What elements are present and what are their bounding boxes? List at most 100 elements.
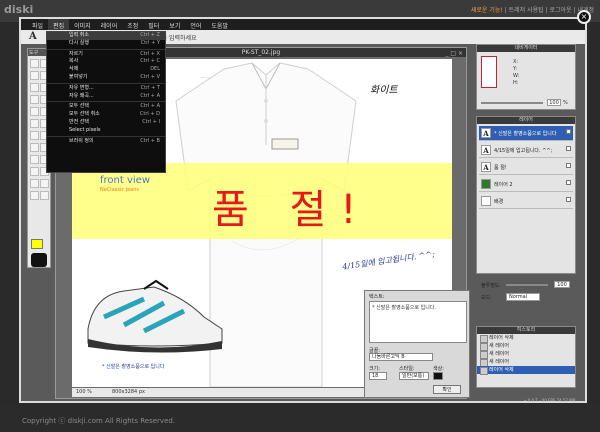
- text-edit-dialog: 텍스트: * 신발은 촬영소품으로 입니다. 글꼴: 나눔바른고딕 B 크기: …: [364, 290, 470, 398]
- ok-button[interactable]: 확인: [433, 385, 461, 394]
- new-features-link[interactable]: 새로운 기능!: [471, 7, 503, 14]
- image-size-readout: 800x3284 px: [112, 389, 145, 395]
- dodge-tool-icon[interactable]: [30, 143, 39, 152]
- font-style-select[interactable]: 일반(보통): [399, 372, 429, 380]
- menu-item-undo[interactable]: 입력 취소 Ctrl + Z: [47, 32, 165, 40]
- layer-row[interactable]: A 4/15일에 입고됩니다. ^^;: [479, 143, 573, 158]
- menu-separator: [47, 101, 165, 103]
- front-view-label: front view: [100, 175, 150, 186]
- fill-tool-icon[interactable]: [30, 119, 39, 128]
- blend-mode-select[interactable]: Normal: [506, 293, 540, 301]
- crop-tool-icon[interactable]: [30, 83, 39, 92]
- font-size-select[interactable]: 18: [369, 372, 387, 380]
- menu-item-paste[interactable]: 붙여넣기 Ctrl + V: [47, 74, 165, 82]
- edit-dropdown-menu: 입력 취소 Ctrl + Z 다시 실행 Ctrl + Y 자르기 Ctrl + X …: [46, 31, 166, 173]
- site-links: 새로운 기능! | 트레저 사용팁 | 로그아웃 | 내게정: [471, 5, 594, 14]
- logout-link[interactable]: 로그아웃: [550, 7, 572, 14]
- menu-item-select-pixels[interactable]: Select pixels: [47, 127, 165, 135]
- select-tool-icon[interactable]: [30, 59, 39, 68]
- clone-tool-icon[interactable]: [30, 107, 39, 116]
- zoom-tool-icon[interactable]: [40, 179, 49, 188]
- menu-item-define-brush[interactable]: 브러쉬 정의 Ctrl + B: [47, 138, 165, 146]
- layer-thumbnail-icon: [481, 196, 491, 206]
- copyright-text: Copyright ⓒ diskji.com All Rights Reserv…: [22, 417, 176, 425]
- layer-name: * 신발은 촬영소품으로 입니다: [494, 131, 557, 137]
- navigator-coordinates: X: Y: W: H:: [513, 59, 520, 86]
- layer-visibility-checkbox[interactable]: [566, 163, 571, 168]
- history-item[interactable]: 새 레이어: [477, 358, 575, 367]
- menu-view[interactable]: 보기: [164, 19, 185, 30]
- text-input-area[interactable]: * 신발은 촬영소품으로 입니다.: [369, 301, 467, 343]
- layer-visibility-checkbox[interactable]: [566, 197, 571, 202]
- menu-item-select-all[interactable]: 모두 선택 Ctrl + A: [47, 103, 165, 111]
- brand-label: NeClassic jeans: [100, 187, 140, 193]
- fps-readout: • 0.0 T - 00 FPS 74.52 MB: [524, 398, 576, 403]
- document-window-buttons[interactable]: _ □ ×: [445, 49, 463, 58]
- layers-title: 레이어: [477, 117, 575, 124]
- text-tool-button-icon[interactable]: [30, 167, 39, 176]
- text-color-swatch[interactable]: [433, 372, 443, 380]
- layer-row[interactable]: 배경: [479, 194, 573, 209]
- history-item[interactable]: 레이어 삭제: [477, 366, 575, 375]
- menu-filter[interactable]: 필터: [143, 19, 164, 30]
- menu-file[interactable]: 파일: [27, 19, 48, 30]
- background-color-swatch[interactable]: [31, 253, 47, 267]
- navigator-zoom-value[interactable]: 100: [547, 99, 561, 106]
- eyedropper-tool-icon[interactable]: [30, 191, 39, 200]
- layer-visibility-checkbox[interactable]: [566, 129, 571, 134]
- layer-visibility-checkbox[interactable]: [566, 146, 571, 151]
- menu-item-free-transform[interactable]: 자유 변형... Ctrl + T: [47, 85, 165, 93]
- blur-tool-icon[interactable]: [30, 131, 39, 140]
- menu-language[interactable]: 언어: [185, 19, 206, 30]
- menu-item-free-distort[interactable]: 자유 왜곡... Ctrl + A: [47, 93, 165, 101]
- menu-layer[interactable]: 레이어: [96, 19, 123, 30]
- layer-visibility-checkbox[interactable]: [566, 180, 571, 185]
- menu-item-delete[interactable]: 삭제 DEL: [47, 66, 165, 74]
- text-dialog-title: 텍스트:: [369, 294, 385, 300]
- zoom-readout: 100 %: [76, 389, 92, 395]
- close-editor-button[interactable]: ×: [577, 10, 591, 24]
- sneaker-image: [87, 279, 223, 353]
- lasso-tool-icon[interactable]: [30, 71, 39, 80]
- menu-separator: [47, 48, 165, 50]
- style-label: 스타일:: [399, 366, 415, 372]
- layer-row[interactable]: A * 신발은 촬영소품으로 입니다: [479, 126, 573, 141]
- layer-row[interactable]: 레이어 2: [479, 177, 573, 192]
- menu-item-copy[interactable]: 복사 Ctrl + C: [47, 58, 165, 66]
- hand-tool-icon[interactable]: [30, 179, 39, 188]
- layer-name: 배경: [494, 199, 504, 205]
- menu-item-cut[interactable]: 자르기 Ctrl + X: [47, 51, 165, 59]
- history-item[interactable]: 새 레이어: [477, 342, 575, 351]
- sponge-tool-icon[interactable]: [30, 155, 39, 164]
- tips-link[interactable]: 트레저 사용팁: [509, 7, 544, 14]
- layers-panel: 레이어 A * 신발은 촬영소품으로 입니다 A 4/15일에 입고됩니다. ^…: [476, 116, 576, 274]
- menu-help[interactable]: 도움말: [206, 19, 233, 30]
- navigator-thumbnail[interactable]: [481, 56, 497, 88]
- history-item[interactable]: 새 레이어: [477, 350, 575, 359]
- menu-bar: 파일 편집 이미지 레이어 조정 필터 보기 언어 도움말: [21, 19, 585, 30]
- text-tool-icon: A: [29, 31, 37, 42]
- history-item[interactable]: 레이어 삭제: [477, 334, 575, 343]
- shoe-note: * 신발은 촬영소품으로 입니다: [102, 364, 165, 370]
- mode-label: 모드:: [481, 295, 492, 301]
- text-layer-icon: A: [481, 162, 491, 172]
- menu-item-deselect-all[interactable]: 모두 선택 취소 Ctrl + D: [47, 111, 165, 119]
- menu-item-invert-selection[interactable]: 반전 선택 Ctrl + I: [47, 119, 165, 127]
- menu-image[interactable]: 이미지: [69, 19, 96, 30]
- menu-edit[interactable]: 편집: [48, 19, 70, 30]
- history-panel: 히스토리 레이어 삭제 새 레이어 새 레이어 새 레이어 레이어 삭제: [476, 326, 576, 388]
- navigator-zoom-unit: %: [563, 100, 568, 106]
- layer-row[interactable]: A 품 절!: [479, 160, 573, 175]
- shape-tool-icon[interactable]: [40, 191, 49, 200]
- foreground-color-swatch[interactable]: [31, 239, 43, 249]
- menu-item-redo[interactable]: 다시 실행 Ctrl + Y: [47, 40, 165, 48]
- layer-thumbnail-icon: [481, 179, 491, 189]
- brush-tool-icon[interactable]: [30, 95, 39, 104]
- opacity-value[interactable]: 100: [554, 281, 570, 288]
- navigator-title: 네비게이터: [477, 45, 575, 52]
- opacity-slider[interactable]: [506, 284, 548, 286]
- white-color-label: 화이트: [370, 85, 398, 96]
- site-logo[interactable]: diski: [4, 3, 33, 16]
- menu-adjust[interactable]: 조정: [122, 19, 143, 30]
- font-select[interactable]: 나눔바른고딕 B: [369, 353, 433, 361]
